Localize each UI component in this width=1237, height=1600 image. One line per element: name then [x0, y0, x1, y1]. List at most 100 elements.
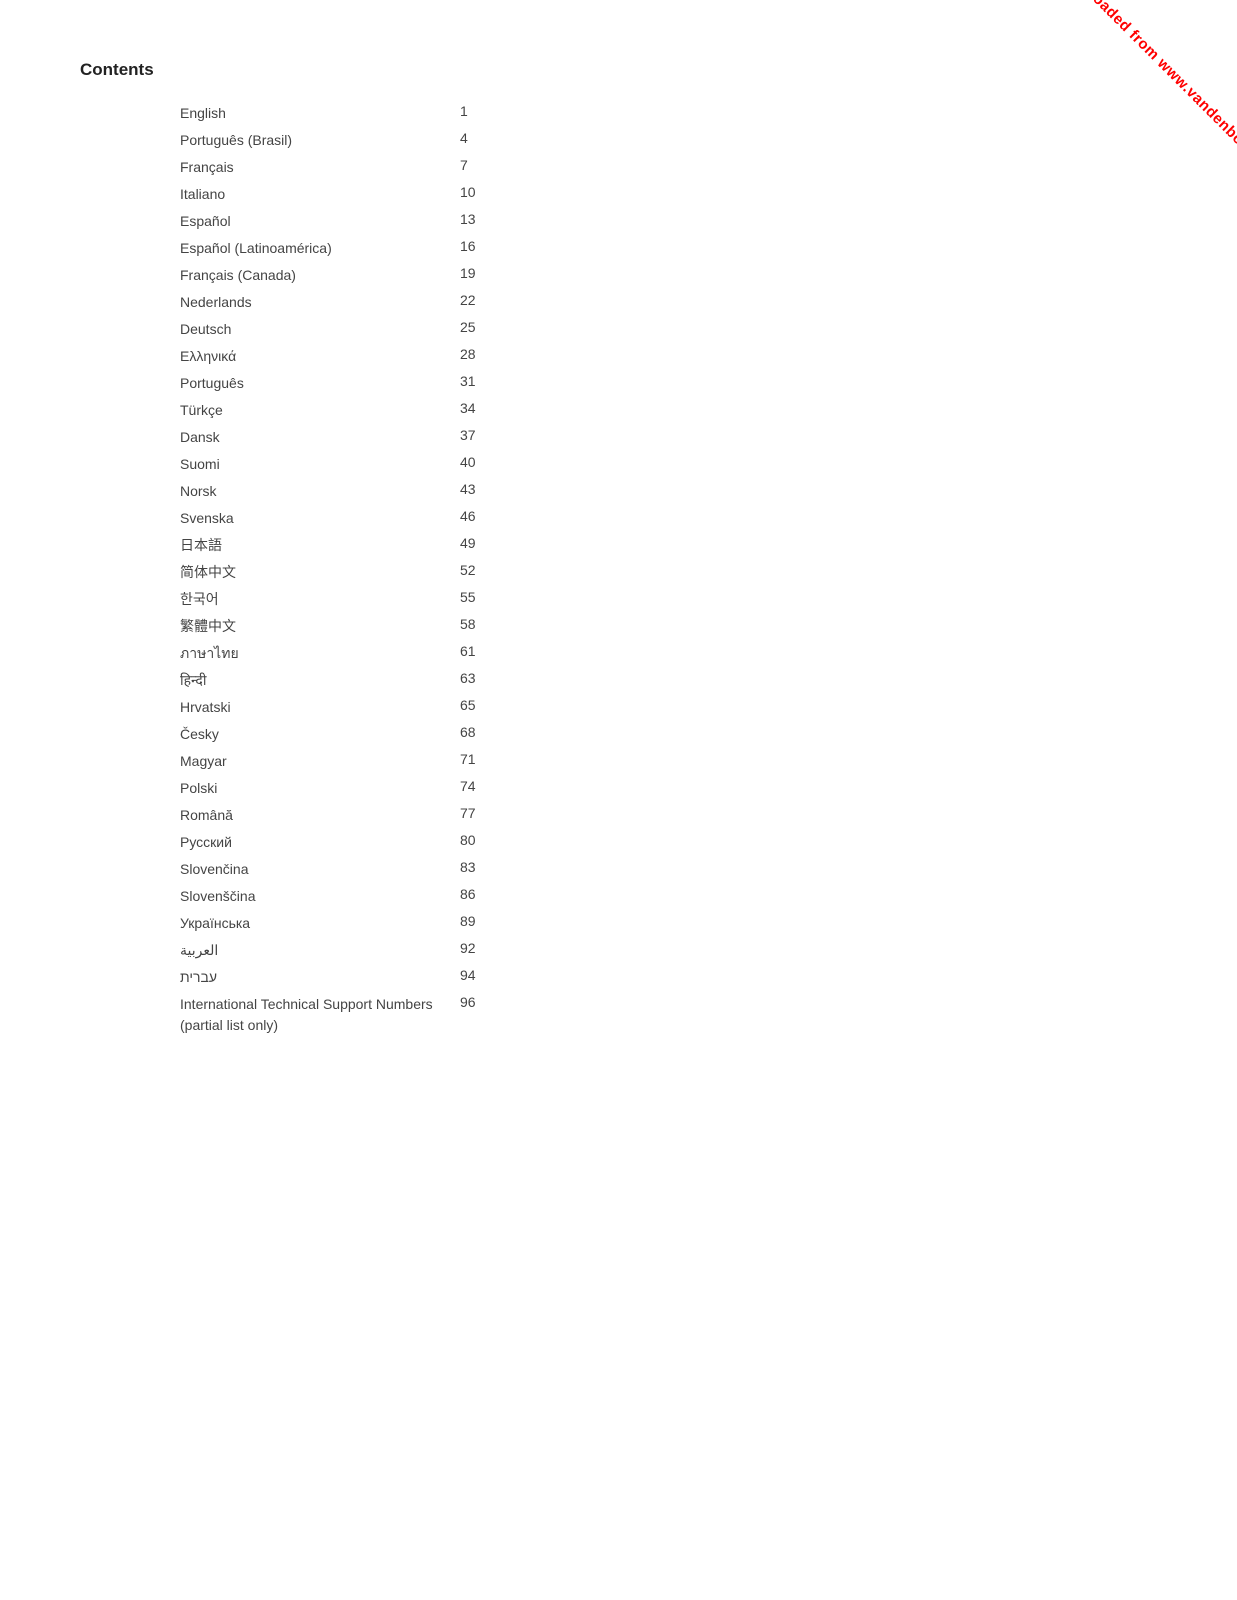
toc-language: Español — [180, 208, 440, 235]
toc-language: 繁體中文 — [180, 613, 440, 640]
toc-language: Magyar — [180, 748, 440, 775]
toc-row: Français7 — [180, 154, 476, 181]
contents-title: Contents — [80, 60, 1157, 80]
toc-row: Česky68 — [180, 721, 476, 748]
toc-language: International Technical Support Numbers … — [180, 991, 440, 1039]
toc-language: Türkçe — [180, 397, 440, 424]
toc-language: Nederlands — [180, 289, 440, 316]
toc-language: Português — [180, 370, 440, 397]
toc-page-number: 94 — [440, 964, 476, 991]
toc-language: English — [180, 100, 440, 127]
toc-language: Česky — [180, 721, 440, 748]
toc-language: Svenska — [180, 505, 440, 532]
toc-page-number: 68 — [440, 721, 476, 748]
toc-page-number: 92 — [440, 937, 476, 964]
toc-page-number: 40 — [440, 451, 476, 478]
toc-row: International Technical Support Numbers … — [180, 991, 476, 1039]
toc-row: Dansk37 — [180, 424, 476, 451]
toc-row: 日本語49 — [180, 532, 476, 559]
toc-page-number: 63 — [440, 667, 476, 694]
toc-row: Español13 — [180, 208, 476, 235]
toc-row: Português31 — [180, 370, 476, 397]
toc-page-number: 22 — [440, 289, 476, 316]
toc-language: Español (Latinoamérica) — [180, 235, 440, 262]
toc-page-number: 55 — [440, 586, 476, 613]
toc-row: 简体中文52 — [180, 559, 476, 586]
toc-page-number: 80 — [440, 829, 476, 856]
toc-language: ภาษาไทย — [180, 640, 440, 667]
toc-page-number: 83 — [440, 856, 476, 883]
toc-language: العربية — [180, 937, 440, 964]
toc-page-number: 46 — [440, 505, 476, 532]
toc-row: Türkçe34 — [180, 397, 476, 424]
toc-language: Slovenčina — [180, 856, 440, 883]
toc-row: Deutsch25 — [180, 316, 476, 343]
toc-page-number: 58 — [440, 613, 476, 640]
toc-page-number: 96 — [440, 991, 476, 1039]
page-container: Downloaded from www.vandenborre.be Conte… — [0, 0, 1237, 1600]
toc-row: Magyar71 — [180, 748, 476, 775]
toc-page-number: 34 — [440, 397, 476, 424]
toc-language: 日本語 — [180, 532, 440, 559]
toc-language: Français — [180, 154, 440, 181]
toc-language: Dansk — [180, 424, 440, 451]
toc-row: Ελληνικά28 — [180, 343, 476, 370]
toc-language: Polski — [180, 775, 440, 802]
toc-language: Română — [180, 802, 440, 829]
toc-page-number: 74 — [440, 775, 476, 802]
toc-row: العربية92 — [180, 937, 476, 964]
toc-page-number: 31 — [440, 370, 476, 397]
toc-page-number: 52 — [440, 559, 476, 586]
toc-page-number: 1 — [440, 100, 476, 127]
toc-row: Slovenščina86 — [180, 883, 476, 910]
toc-row: Español (Latinoamérica)16 — [180, 235, 476, 262]
toc-row: Italiano10 — [180, 181, 476, 208]
toc-row: English1 — [180, 100, 476, 127]
watermark: Downloaded from www.vandenborre.be — [917, 0, 1237, 320]
toc-language: Français (Canada) — [180, 262, 440, 289]
toc-page-number: 61 — [440, 640, 476, 667]
toc-language: Norsk — [180, 478, 440, 505]
toc-row: Slovenčina83 — [180, 856, 476, 883]
toc-language: 한국어 — [180, 586, 440, 613]
toc-page-number: 49 — [440, 532, 476, 559]
toc-row: Suomi40 — [180, 451, 476, 478]
toc-row: Русский80 — [180, 829, 476, 856]
toc-page-number: 89 — [440, 910, 476, 937]
toc-language: Hrvatski — [180, 694, 440, 721]
toc-language: 简体中文 — [180, 559, 440, 586]
toc-row: 繁體中文58 — [180, 613, 476, 640]
toc-language: हिन्दी — [180, 667, 440, 694]
toc-row: Português (Brasil)4 — [180, 127, 476, 154]
toc-row: עברית94 — [180, 964, 476, 991]
toc-language: Suomi — [180, 451, 440, 478]
toc-page-number: 7 — [440, 154, 476, 181]
toc-page-number: 43 — [440, 478, 476, 505]
toc-row: Svenska46 — [180, 505, 476, 532]
toc-row: Français (Canada)19 — [180, 262, 476, 289]
toc-row: 한국어55 — [180, 586, 476, 613]
toc-page-number: 71 — [440, 748, 476, 775]
toc-page-number: 37 — [440, 424, 476, 451]
toc-page-number: 65 — [440, 694, 476, 721]
toc-language: Русский — [180, 829, 440, 856]
toc-page-number: 10 — [440, 181, 476, 208]
toc-page-number: 16 — [440, 235, 476, 262]
toc-row: Українська89 — [180, 910, 476, 937]
toc-row: Norsk43 — [180, 478, 476, 505]
toc-language: Slovenščina — [180, 883, 440, 910]
toc-page-number: 19 — [440, 262, 476, 289]
toc-table: English1Português (Brasil)4Français7Ital… — [180, 100, 476, 1039]
watermark-text: Downloaded from www.vandenborre.be — [1056, 0, 1237, 180]
toc-language: Deutsch — [180, 316, 440, 343]
toc-page-number: 77 — [440, 802, 476, 829]
toc-page-number: 28 — [440, 343, 476, 370]
toc-row: Polski74 — [180, 775, 476, 802]
toc-language: Українська — [180, 910, 440, 937]
toc-language: Ελληνικά — [180, 343, 440, 370]
toc-row: Nederlands22 — [180, 289, 476, 316]
toc-row: हिन्दी63 — [180, 667, 476, 694]
toc-page-number: 25 — [440, 316, 476, 343]
toc-row: ภาษาไทย61 — [180, 640, 476, 667]
toc-language: Português (Brasil) — [180, 127, 440, 154]
